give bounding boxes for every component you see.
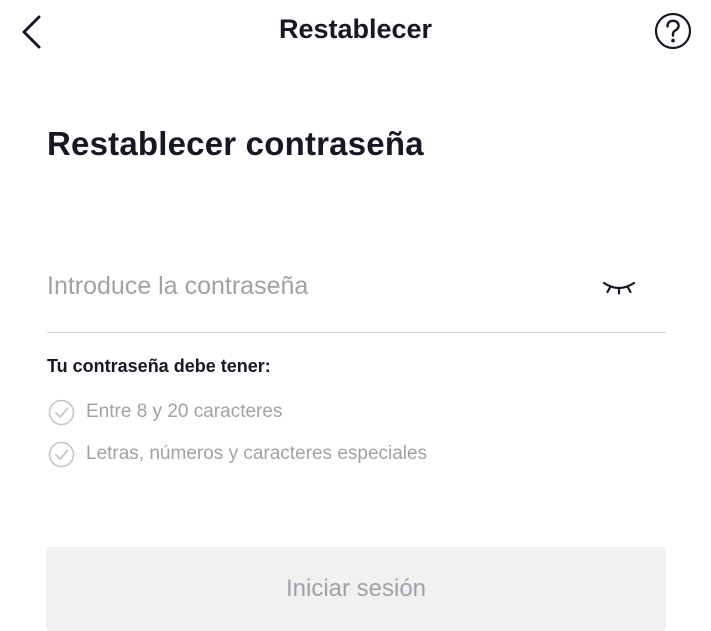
login-button[interactable]: Iniciar sesión bbox=[46, 547, 666, 631]
top-nav-bar: Restablecer bbox=[0, 0, 711, 64]
requirements-title: Tu contraseña debe tener: bbox=[47, 356, 271, 376]
eye-closed-icon bbox=[602, 281, 636, 295]
requirements-list: Entre 8 y 20 caracteres Letras, números … bbox=[47, 397, 427, 481]
check-circle-icon bbox=[47, 440, 76, 469]
requirement-label: Entre 8 y 20 caracteres bbox=[86, 401, 283, 422]
requirement-label: Letras, números y caracteres especiales bbox=[86, 443, 428, 464]
password-field bbox=[47, 258, 666, 333]
help-button[interactable] bbox=[651, 9, 695, 53]
toggle-password-visibility-button[interactable] bbox=[596, 272, 642, 302]
requirement-item-length: Entre 8 y 20 caracteres bbox=[47, 397, 427, 427]
header-title: Restablecer bbox=[278, 14, 433, 44]
requirement-item-characters: Letras, números y caracteres especiales bbox=[47, 439, 427, 469]
password-input[interactable] bbox=[47, 258, 607, 314]
check-circle-icon bbox=[47, 398, 76, 427]
page-title: Restablecer contraseña bbox=[47, 125, 424, 162]
question-circle-icon bbox=[654, 12, 692, 50]
